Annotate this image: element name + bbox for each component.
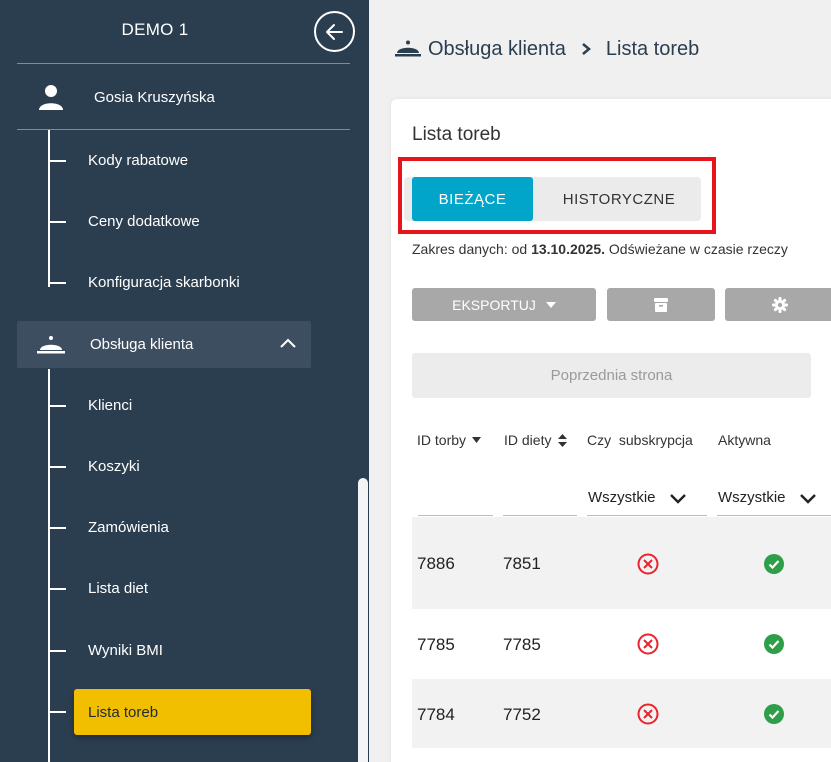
x-circle-icon	[637, 703, 659, 725]
table-row[interactable]: 7886 7851	[412, 517, 831, 609]
user-profile[interactable]: Gosia Kruszyńska	[0, 78, 369, 118]
table-row[interactable]: 7785 7785	[412, 609, 831, 679]
sidebar-item-label: Lista diet	[88, 580, 149, 597]
column-header-active: Aktywna	[718, 432, 771, 448]
filter-underline	[717, 515, 831, 516]
bag-id-cell: 7784	[417, 705, 455, 724]
collapse-sidebar-button[interactable]	[314, 11, 355, 52]
sidebar: DEMO 1 Gosia Kruszyńska Kody rabatowe Ce…	[0, 0, 369, 762]
sidebar-item-lista-toreb[interactable]: Lista toreb	[74, 689, 311, 735]
sidebar-item-koszyki[interactable]: Koszyki	[48, 453, 338, 481]
sidebar-divider	[17, 129, 350, 130]
x-circle-icon	[637, 633, 659, 655]
sidebar-item-label: Ceny dodatkowe	[88, 213, 200, 230]
sidebar-item-kody-rabatowe[interactable]: Kody rabatowe	[48, 147, 338, 175]
column-header-diet-id[interactable]: ID diety	[504, 432, 568, 448]
diet-id-cell: 7851	[503, 554, 541, 573]
chevron-down-icon	[669, 493, 686, 504]
sidebar-item-konfiguracja-skarbonki[interactable]: Konfiguracja skarbonki	[48, 269, 338, 297]
sidebar-item-klienci[interactable]: Klienci	[48, 392, 338, 420]
export-label: EKSPORTUJ	[452, 296, 536, 313]
bag-id-filter-input[interactable]	[418, 515, 493, 516]
archive-icon	[654, 297, 668, 312]
chevron-right-icon	[582, 43, 591, 55]
chevron-up-icon	[280, 338, 296, 348]
sort-desc-icon	[472, 437, 482, 443]
check-circle-icon	[764, 704, 784, 724]
sort-icon	[558, 433, 568, 447]
bag-id-cell: 7785	[417, 635, 455, 654]
sidebar-item-ceny-dodatkowe[interactable]: Ceny dodatkowe	[48, 208, 338, 236]
sidebar-item-zamowienia[interactable]: Zamówienia	[48, 514, 338, 542]
breadcrumb-page: Lista toreb	[605, 37, 700, 60]
main-card: Lista toreb BIEŻĄCE HISTORYCZNE Zakres d…	[391, 99, 831, 762]
caret-down-icon	[545, 301, 556, 308]
sidebar-group-obsluga-klienta[interactable]: Obsługa klienta	[17, 321, 311, 368]
bag-id-cell: 7886	[417, 554, 455, 573]
user-name: Gosia Kruszyńska	[94, 89, 215, 106]
sidebar-item-label: Wyniki BMI	[88, 642, 163, 659]
sidebar-item-wyniki-bmi[interactable]: Wyniki BMI	[48, 637, 338, 665]
chevron-down-icon	[799, 493, 816, 504]
previous-page-button[interactable]: Poprzednia strona	[412, 353, 811, 398]
diet-id-cell: 7785	[503, 635, 541, 654]
subscription-filter-select[interactable]: Wszystkie	[588, 489, 686, 506]
sidebar-item-label: Kody rabatowe	[88, 152, 189, 169]
highlight-annotation	[398, 157, 716, 234]
app-title: DEMO 1	[121, 20, 189, 39]
user-icon	[39, 85, 63, 110]
date-range-text: Zakres danych: od 13.10.2025. Odświeżane…	[412, 241, 788, 257]
diet-id-cell: 7752	[503, 705, 541, 724]
breadcrumb-section[interactable]: Obsługa klienta	[428, 38, 566, 61]
breadcrumb: Obsługa klienta Lista toreb	[395, 36, 699, 62]
x-circle-icon	[637, 553, 659, 575]
page-title: Lista toreb	[412, 124, 501, 145]
export-button[interactable]: EKSPORTUJ	[412, 288, 596, 321]
archive-button[interactable]	[607, 288, 715, 321]
sidebar-item-label: Zamówienia	[88, 519, 169, 536]
check-circle-icon	[764, 634, 784, 654]
settings-button[interactable]	[725, 288, 831, 321]
sidebar-item-label: Koszyki	[88, 458, 140, 475]
cloche-icon	[37, 336, 65, 354]
sidebar-item-label: Konfiguracja skarbonki	[88, 274, 240, 291]
diet-id-filter-input[interactable]	[503, 515, 577, 516]
sidebar-item-label: Lista toreb	[88, 704, 159, 721]
date-range-date: 13.10.2025.	[531, 241, 606, 257]
check-circle-icon	[764, 554, 784, 574]
tree-branch	[48, 698, 74, 726]
column-header-bag-id[interactable]: ID torby	[417, 432, 482, 448]
sidebar-scrollbar[interactable]	[358, 478, 368, 762]
sidebar-group-label: Obsługa klienta	[90, 336, 194, 353]
gear-icon	[772, 296, 788, 313]
column-header-subscription: Czy subskrypcja	[587, 432, 693, 448]
filter-underline	[587, 515, 707, 516]
sidebar-divider	[17, 63, 350, 64]
cloche-icon	[395, 40, 421, 57]
arrow-left-icon	[325, 23, 343, 40]
sidebar-item-label: Klienci	[88, 397, 133, 414]
table-row[interactable]: 7784 7752	[412, 679, 831, 748]
sidebar-item-lista-diet[interactable]: Lista diet	[48, 575, 338, 603]
active-filter-select[interactable]: Wszystkie	[718, 489, 816, 506]
